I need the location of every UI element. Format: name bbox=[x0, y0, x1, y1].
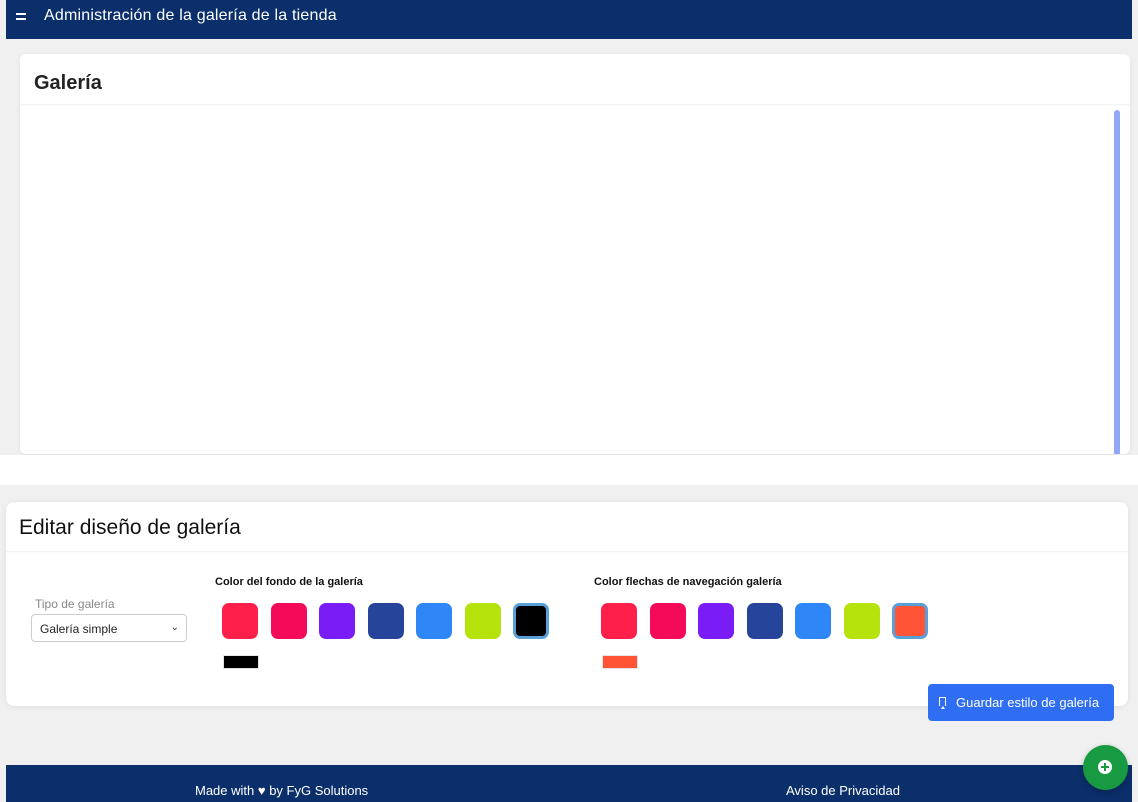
background-color-swatch-5[interactable] bbox=[416, 603, 452, 639]
gallery-preview-area bbox=[20, 110, 1130, 454]
privacy-link[interactable]: Aviso de Privacidad bbox=[786, 783, 900, 798]
arrow-color-swatch-1[interactable] bbox=[601, 603, 637, 639]
arrow-color-swatch-5[interactable] bbox=[795, 603, 831, 639]
background-color-swatch-2[interactable] bbox=[270, 603, 307, 639]
gallery-card: Galería bbox=[20, 54, 1130, 454]
divider bbox=[20, 104, 1130, 106]
footer-credit: Made with ♥ by FyG Solutions bbox=[195, 783, 369, 798]
background-color-swatch-7[interactable] bbox=[513, 603, 549, 639]
background-color-swatch-1[interactable] bbox=[222, 603, 258, 639]
gallery-scrollbar[interactable] bbox=[1114, 110, 1120, 454]
background-color-label: Color del fondo de la galería bbox=[215, 576, 363, 588]
divider bbox=[6, 551, 1128, 553]
arrow-color-label: Color flechas de navegación galería bbox=[594, 576, 782, 588]
arrow-color-swatch-4[interactable] bbox=[746, 603, 783, 639]
design-card: Editar diseño de galería Tipo de galería… bbox=[6, 502, 1128, 706]
hamburger-menu-icon[interactable] bbox=[16, 13, 26, 20]
gallery-type-value: Galería simple bbox=[40, 622, 118, 636]
app-title: Administración de la galería de la tiend… bbox=[44, 7, 337, 24]
arrow-color-swatch-6[interactable] bbox=[843, 603, 880, 639]
plus-circle-icon bbox=[1098, 760, 1112, 774]
arrow-color-swatch-7[interactable] bbox=[892, 603, 928, 639]
arrow-color-preview bbox=[602, 655, 638, 669]
background-color-swatch-4[interactable] bbox=[367, 603, 404, 639]
background-color-swatch-6[interactable] bbox=[464, 603, 501, 639]
arrow-color-swatch-2[interactable] bbox=[649, 603, 686, 639]
background-color-swatch-3[interactable] bbox=[319, 603, 355, 639]
arrow-color-swatch-3[interactable] bbox=[698, 603, 734, 639]
gallery-type-label: Tipo de galería bbox=[35, 597, 115, 611]
bookmark-icon bbox=[939, 697, 946, 709]
footer: Made with ♥ by FyG Solutions Aviso de Pr… bbox=[6, 765, 1132, 802]
top-navbar: Administración de la galería de la tiend… bbox=[6, 0, 1132, 39]
page-spacer bbox=[0, 455, 1138, 485]
gallery-title: Galería bbox=[34, 72, 102, 94]
chevron-down-icon: ⌄ bbox=[170, 622, 179, 633]
design-title: Editar diseño de galería bbox=[19, 516, 241, 539]
gallery-type-select[interactable]: Galería simple ⌄ bbox=[31, 614, 187, 642]
save-button-label: Guardar estilo de galería bbox=[956, 695, 1100, 710]
save-gallery-style-button[interactable]: Guardar estilo de galería bbox=[928, 684, 1114, 721]
background-color-preview bbox=[223, 655, 259, 669]
add-fab-button[interactable] bbox=[1083, 745, 1128, 790]
